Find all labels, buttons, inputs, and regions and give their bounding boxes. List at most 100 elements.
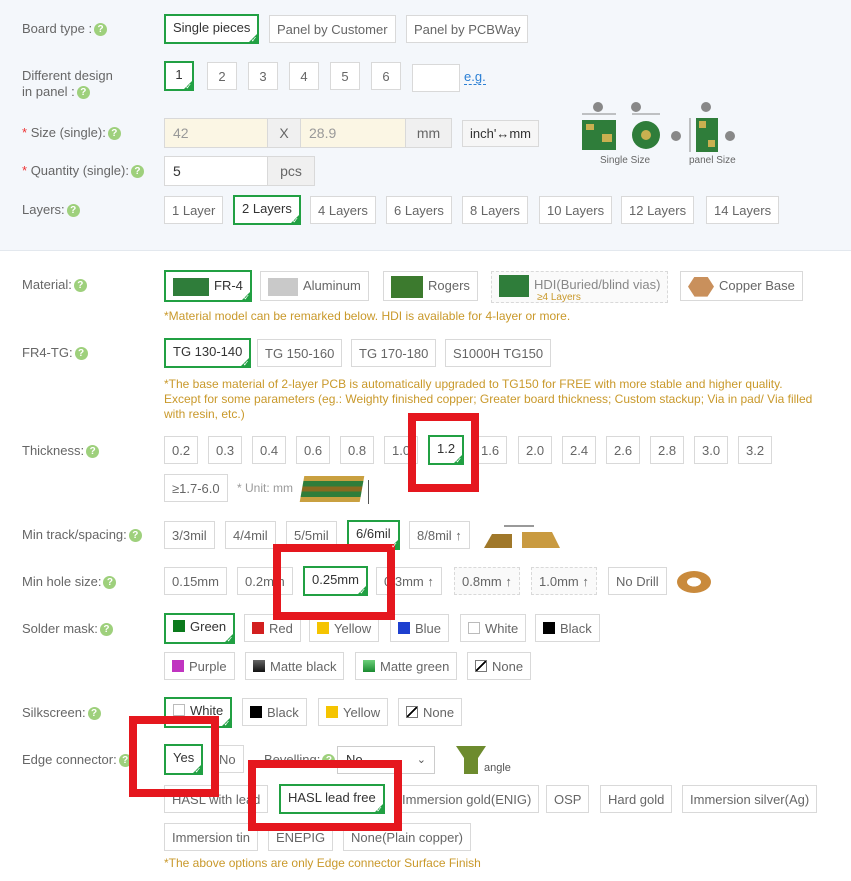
thickness-extra[interactable]: ≥1.7-6.0 [164, 474, 228, 502]
layers-2[interactable]: 2 Layers [233, 195, 301, 225]
purple-swatch-icon [172, 660, 184, 672]
help-icon[interactable]: ? [128, 529, 142, 543]
finish-immersion-silver[interactable]: Immersion silver(Ag) [682, 785, 818, 813]
board-type-panel-by-pcbway[interactable]: Panel by PCBWay [406, 15, 529, 43]
thickness-2-6[interactable]: 2.6 [606, 436, 641, 464]
track-8-8[interactable]: 8/8mil ↑ [409, 521, 470, 549]
hole-0-8[interactable]: 0.8mm ↑ [454, 567, 520, 595]
layers-10[interactable]: 10 Layers [539, 196, 613, 224]
thickness-0-6[interactable]: 0.6 [296, 436, 331, 464]
help-icon[interactable]: ? [73, 279, 87, 293]
finish-immersion-tin[interactable]: Immersion tin [164, 823, 259, 851]
finish-none[interactable]: None(Plain copper) [343, 823, 472, 851]
thickness-2-0[interactable]: 2.0 [518, 436, 553, 464]
hole-0-3[interactable]: 0.3mm ↑ [376, 567, 442, 595]
black-swatch-icon [250, 706, 262, 718]
tg-130-140[interactable]: TG 130-140 [164, 338, 252, 368]
mask-purple[interactable]: Purple [164, 652, 235, 680]
help-icon[interactable]: ? [74, 347, 88, 361]
layers-1[interactable]: 1 Layer [164, 196, 224, 224]
mask-matte-green[interactable]: Matte green [355, 652, 458, 680]
edge-no[interactable]: No [212, 745, 244, 773]
silk-white[interactable]: White [164, 697, 233, 728]
thickness-2-8[interactable]: 2.8 [650, 436, 685, 464]
edge-yes[interactable]: Yes [164, 744, 204, 775]
track-5-5[interactable]: 5/5mil [286, 521, 337, 549]
help-icon[interactable]: ? [130, 165, 144, 179]
help-icon[interactable]: ? [76, 86, 90, 100]
layers-14[interactable]: 14 Layers [706, 196, 780, 224]
material-copper-base[interactable]: Copper Base [680, 271, 803, 301]
mask-red[interactable]: Red [244, 614, 301, 642]
thickness-0-8[interactable]: 0.8 [340, 436, 375, 464]
hole-0-2[interactable]: 0.2mm [237, 567, 293, 595]
help-icon[interactable]: ? [103, 576, 117, 590]
track-3-3[interactable]: 3/3mil [164, 521, 215, 549]
design-option-4[interactable]: 4 [289, 62, 319, 90]
track-6-6[interactable]: 6/6mil [347, 520, 400, 550]
mask-white[interactable]: White [460, 614, 527, 642]
tg-170-180[interactable]: TG 170-180 [351, 339, 437, 367]
hole-1-0[interactable]: 1.0mm ↑ [531, 567, 597, 595]
help-icon[interactable]: ? [87, 707, 101, 721]
thickness-0-4[interactable]: 0.4 [252, 436, 287, 464]
hole-0-25[interactable]: 0.25mm [303, 566, 368, 596]
size-x-input[interactable]: 42 [164, 118, 268, 148]
hole-no-drill[interactable]: No Drill [608, 567, 667, 595]
finish-enepig[interactable]: ENEPIG [268, 823, 334, 851]
thickness-1-2[interactable]: 1.2 [428, 435, 465, 465]
layers-6[interactable]: 6 Layers [386, 196, 452, 224]
unit-convert-button[interactable]: inch'↔mm [462, 120, 539, 147]
hole-0-15[interactable]: 0.15mm [164, 567, 227, 595]
design-option-6[interactable]: 6 [371, 62, 401, 90]
thickness-3-0[interactable]: 3.0 [694, 436, 729, 464]
finish-hard-gold[interactable]: Hard gold [600, 785, 673, 813]
design-option-3[interactable]: 3 [248, 62, 278, 90]
silk-none[interactable]: None [398, 698, 463, 726]
mask-green[interactable]: Green [164, 613, 236, 644]
help-icon[interactable]: ? [322, 754, 336, 768]
finish-hasl-with-lead[interactable]: HASL with lead [164, 785, 269, 813]
help-icon[interactable]: ? [66, 204, 80, 218]
tg-150-160[interactable]: TG 150-160 [257, 339, 343, 367]
mask-black[interactable]: Black [535, 614, 600, 642]
layers-4[interactable]: 4 Layers [310, 196, 376, 224]
silk-black[interactable]: Black [242, 698, 307, 726]
bevelling-select[interactable]: No ⌄ [337, 746, 435, 774]
quantity-input[interactable]: 5 [164, 156, 268, 186]
help-icon[interactable]: ? [94, 23, 108, 37]
layers-8[interactable]: 8 Layers [462, 196, 528, 224]
thickness-2-4[interactable]: 2.4 [562, 436, 597, 464]
design-example-link[interactable]: e.g. [464, 69, 486, 85]
mask-blue[interactable]: Blue [390, 614, 450, 642]
tg-s1000h[interactable]: S1000H TG150 [445, 339, 552, 367]
board-type-panel-by-customer[interactable]: Panel by Customer [269, 15, 396, 43]
finish-osp[interactable]: OSP [546, 785, 590, 813]
design-option-1[interactable]: 1 [164, 61, 194, 91]
thickness-3-2[interactable]: 3.2 [738, 436, 773, 464]
material-fr4[interactable]: FR-4 [164, 270, 252, 302]
thickness-0-2[interactable]: 0.2 [164, 436, 199, 464]
help-icon[interactable]: ? [107, 127, 121, 141]
finish-hasl-lead-free[interactable]: HASL lead free [279, 784, 385, 814]
mask-yellow[interactable]: Yellow [309, 614, 380, 642]
help-icon[interactable]: ? [86, 445, 100, 459]
track-4-4[interactable]: 4/4mil [225, 521, 276, 549]
help-icon[interactable]: ? [99, 623, 113, 637]
mask-matte-black[interactable]: Matte black [245, 652, 345, 680]
board-type-single-pieces[interactable]: Single pieces [164, 14, 260, 44]
size-y-input[interactable]: 28.9 [300, 118, 406, 148]
thickness-1-0[interactable]: 1.0 [384, 436, 419, 464]
material-rogers[interactable]: Rogers [383, 271, 478, 301]
mask-none[interactable]: None [467, 652, 532, 680]
silk-yellow[interactable]: Yellow [318, 698, 389, 726]
thickness-1-6[interactable]: 1.6 [474, 436, 508, 464]
finish-enig[interactable]: Immersion gold(ENIG) [394, 785, 540, 813]
design-count-input[interactable] [412, 64, 460, 92]
design-option-5[interactable]: 5 [330, 62, 360, 90]
thickness-0-3[interactable]: 0.3 [208, 436, 243, 464]
material-aluminum[interactable]: Aluminum [260, 271, 369, 301]
help-icon[interactable]: ? [118, 754, 132, 768]
layers-12[interactable]: 12 Layers [621, 196, 695, 224]
design-option-2[interactable]: 2 [207, 62, 237, 90]
